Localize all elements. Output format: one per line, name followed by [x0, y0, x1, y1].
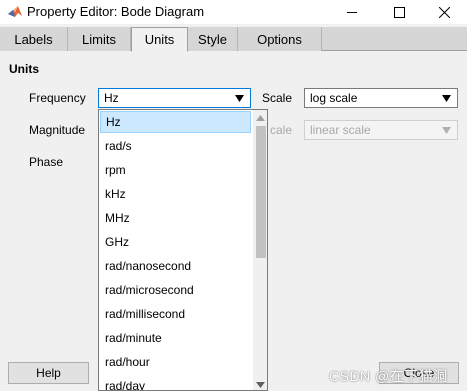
chevron-down-icon — [235, 95, 244, 102]
watermark-text: CSDN @在下猫洞 — [329, 368, 448, 384]
dropdown-option-rad-microsecond[interactable]: rad/microsecond — [100, 279, 251, 301]
scroll-up-icon[interactable] — [256, 115, 265, 121]
dropdown-option-rpm[interactable]: rpm — [100, 159, 251, 181]
units-section-title: Units — [9, 62, 39, 76]
dropdown-option-khz[interactable]: kHz — [100, 183, 251, 205]
tab-limits[interactable]: Limits — [68, 27, 131, 51]
frequency-scale-select[interactable]: log scale — [304, 88, 458, 108]
dropdown-option-rad-s[interactable]: rad/s — [100, 135, 251, 157]
frequency-label: Frequency — [29, 91, 86, 105]
dropdown-option-rad-nanosecond[interactable]: rad/nanosecond — [100, 255, 251, 277]
window-title: Property Editor: Bode Diagram — [27, 4, 205, 19]
minimize-button[interactable] — [329, 0, 375, 24]
chevron-down-icon — [442, 127, 451, 134]
dropdown-option-rad-hour[interactable]: rad/hour — [100, 351, 251, 373]
frequency-units-value: Hz — [104, 91, 119, 105]
maximize-button[interactable] — [376, 0, 422, 24]
dropdown-option-rad-millisecond[interactable]: rad/millisecond — [100, 303, 251, 325]
magnitude-label: Magnitude — [29, 123, 86, 137]
frequency-scale-value: log scale — [310, 91, 358, 105]
minimize-icon — [346, 11, 357, 13]
frequency-scale-label: Scale — [262, 91, 293, 105]
dropdown-option-ghz[interactable]: GHz — [100, 231, 251, 253]
tab-labels[interactable]: Labels — [0, 27, 68, 51]
dropdown-option-hz[interactable]: Hz — [100, 111, 251, 133]
tab-units[interactable]: Units — [131, 27, 188, 52]
magnitude-scale-value: linear scale — [310, 123, 371, 137]
frequency-units-select[interactable]: Hz — [98, 88, 251, 108]
maximize-icon — [393, 6, 405, 18]
tab-options[interactable]: Options — [238, 27, 322, 51]
help-button[interactable]: Help — [8, 362, 89, 384]
phase-label: Phase — [29, 155, 64, 169]
magnitude-scale-label: cale — [270, 123, 293, 137]
dropdown-option-mhz[interactable]: MHz — [100, 207, 251, 229]
title-bar: Property Editor: Bode Diagram — [0, 0, 467, 24]
matlab-icon — [8, 6, 22, 17]
chevron-down-icon — [442, 95, 451, 102]
tab-strip: Labels Limits Units Style Options — [0, 27, 467, 52]
scroll-down-icon[interactable] — [256, 382, 265, 388]
dropdown-option-rad-minute[interactable]: rad/minute — [100, 327, 251, 349]
dropdown-option-rad-day[interactable]: rad/day — [100, 375, 251, 390]
tab-style[interactable]: Style — [188, 27, 238, 51]
dropdown-scrollbar[interactable] — [253, 110, 267, 390]
frequency-units-dropdown: Hz rad/s rpm kHz MHz GHz rad/nanosecond … — [98, 109, 268, 391]
magnitude-scale-select[interactable]: linear scale — [304, 120, 458, 140]
close-window-button[interactable] — [421, 0, 467, 24]
scrollbar-thumb[interactable] — [256, 126, 266, 258]
close-icon — [438, 6, 450, 18]
